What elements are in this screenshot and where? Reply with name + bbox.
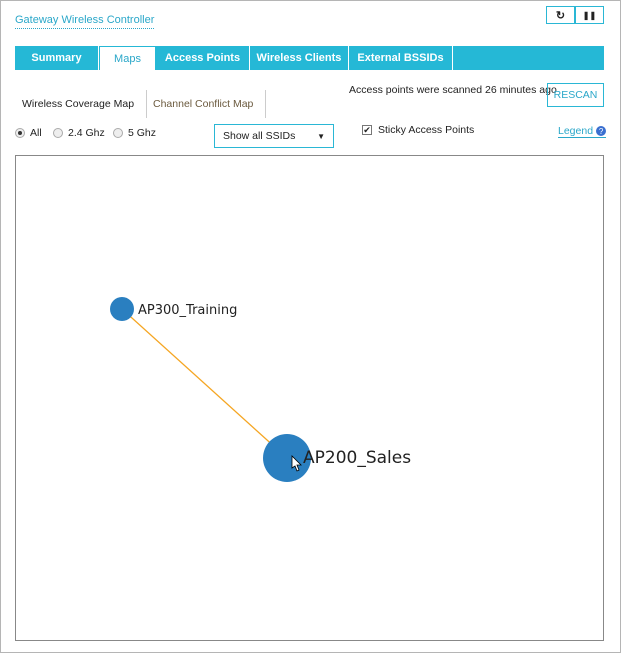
- radio-circle[interactable]: [53, 128, 63, 138]
- sticky-access-points-checkbox[interactable]: ✔ Sticky Access Points: [362, 124, 474, 136]
- tab-summary[interactable]: Summary: [15, 46, 99, 70]
- ap-link-line: [121, 308, 288, 459]
- ap-node-ap300-training[interactable]: [110, 297, 134, 321]
- checkbox-checked-icon[interactable]: ✔: [362, 125, 372, 135]
- page-title[interactable]: Gateway Wireless Controller: [15, 14, 155, 29]
- radio-circle[interactable]: [113, 128, 123, 138]
- radio-all[interactable]: All: [15, 127, 42, 139]
- refresh-icon: ↻: [555, 9, 566, 22]
- radio-label: 5 Ghz: [128, 127, 157, 139]
- tab-access-points[interactable]: Access Points: [156, 46, 250, 70]
- ap-label-ap200-sales: AP200_Sales: [303, 448, 411, 468]
- ssid-select[interactable]: Show all SSIDs ▼: [214, 124, 334, 148]
- radio-circle[interactable]: [15, 128, 25, 138]
- help-icon: ?: [596, 126, 607, 136]
- sticky-label: Sticky Access Points: [378, 124, 475, 136]
- ap-label-ap300-training: AP300_Training: [138, 303, 237, 318]
- pause-icon: ❚❚: [582, 10, 597, 20]
- tab-external-bssids[interactable]: External BSSIDs: [349, 46, 453, 70]
- subtab-wireless-coverage-map[interactable]: Wireless Coverage Map: [10, 90, 148, 118]
- tab-maps[interactable]: Maps: [99, 46, 156, 70]
- subtab-channel-conflict-map[interactable]: Channel Conflict Map: [141, 90, 267, 118]
- refresh-button[interactable]: ↻: [546, 6, 575, 24]
- radio-2-4ghz[interactable]: 2.4 Ghz: [53, 127, 105, 139]
- caret-down-icon: ▼: [317, 131, 325, 141]
- tab-wireless-clients[interactable]: Wireless Clients: [250, 46, 349, 70]
- pause-button[interactable]: ❚❚: [575, 6, 604, 24]
- coverage-map[interactable]: AP300_Training AP200_Sales: [15, 155, 604, 641]
- scan-status: Access points were scanned 26 minutes ag…: [349, 84, 557, 96]
- radio-label: 2.4 Ghz: [68, 127, 105, 139]
- main-tabs: Summary Maps Access Points Wireless Clie…: [15, 46, 604, 70]
- rescan-button[interactable]: RESCAN: [547, 83, 604, 107]
- map-canvas: AP300_Training AP200_Sales: [110, 297, 411, 482]
- radio-label: All: [30, 127, 42, 139]
- legend-label: Legend: [558, 125, 594, 137]
- legend-link[interactable]: Legend?: [558, 125, 607, 138]
- radio-5ghz[interactable]: 5 Ghz: [113, 127, 156, 139]
- ssid-select-value: Show all SSIDs: [223, 130, 296, 142]
